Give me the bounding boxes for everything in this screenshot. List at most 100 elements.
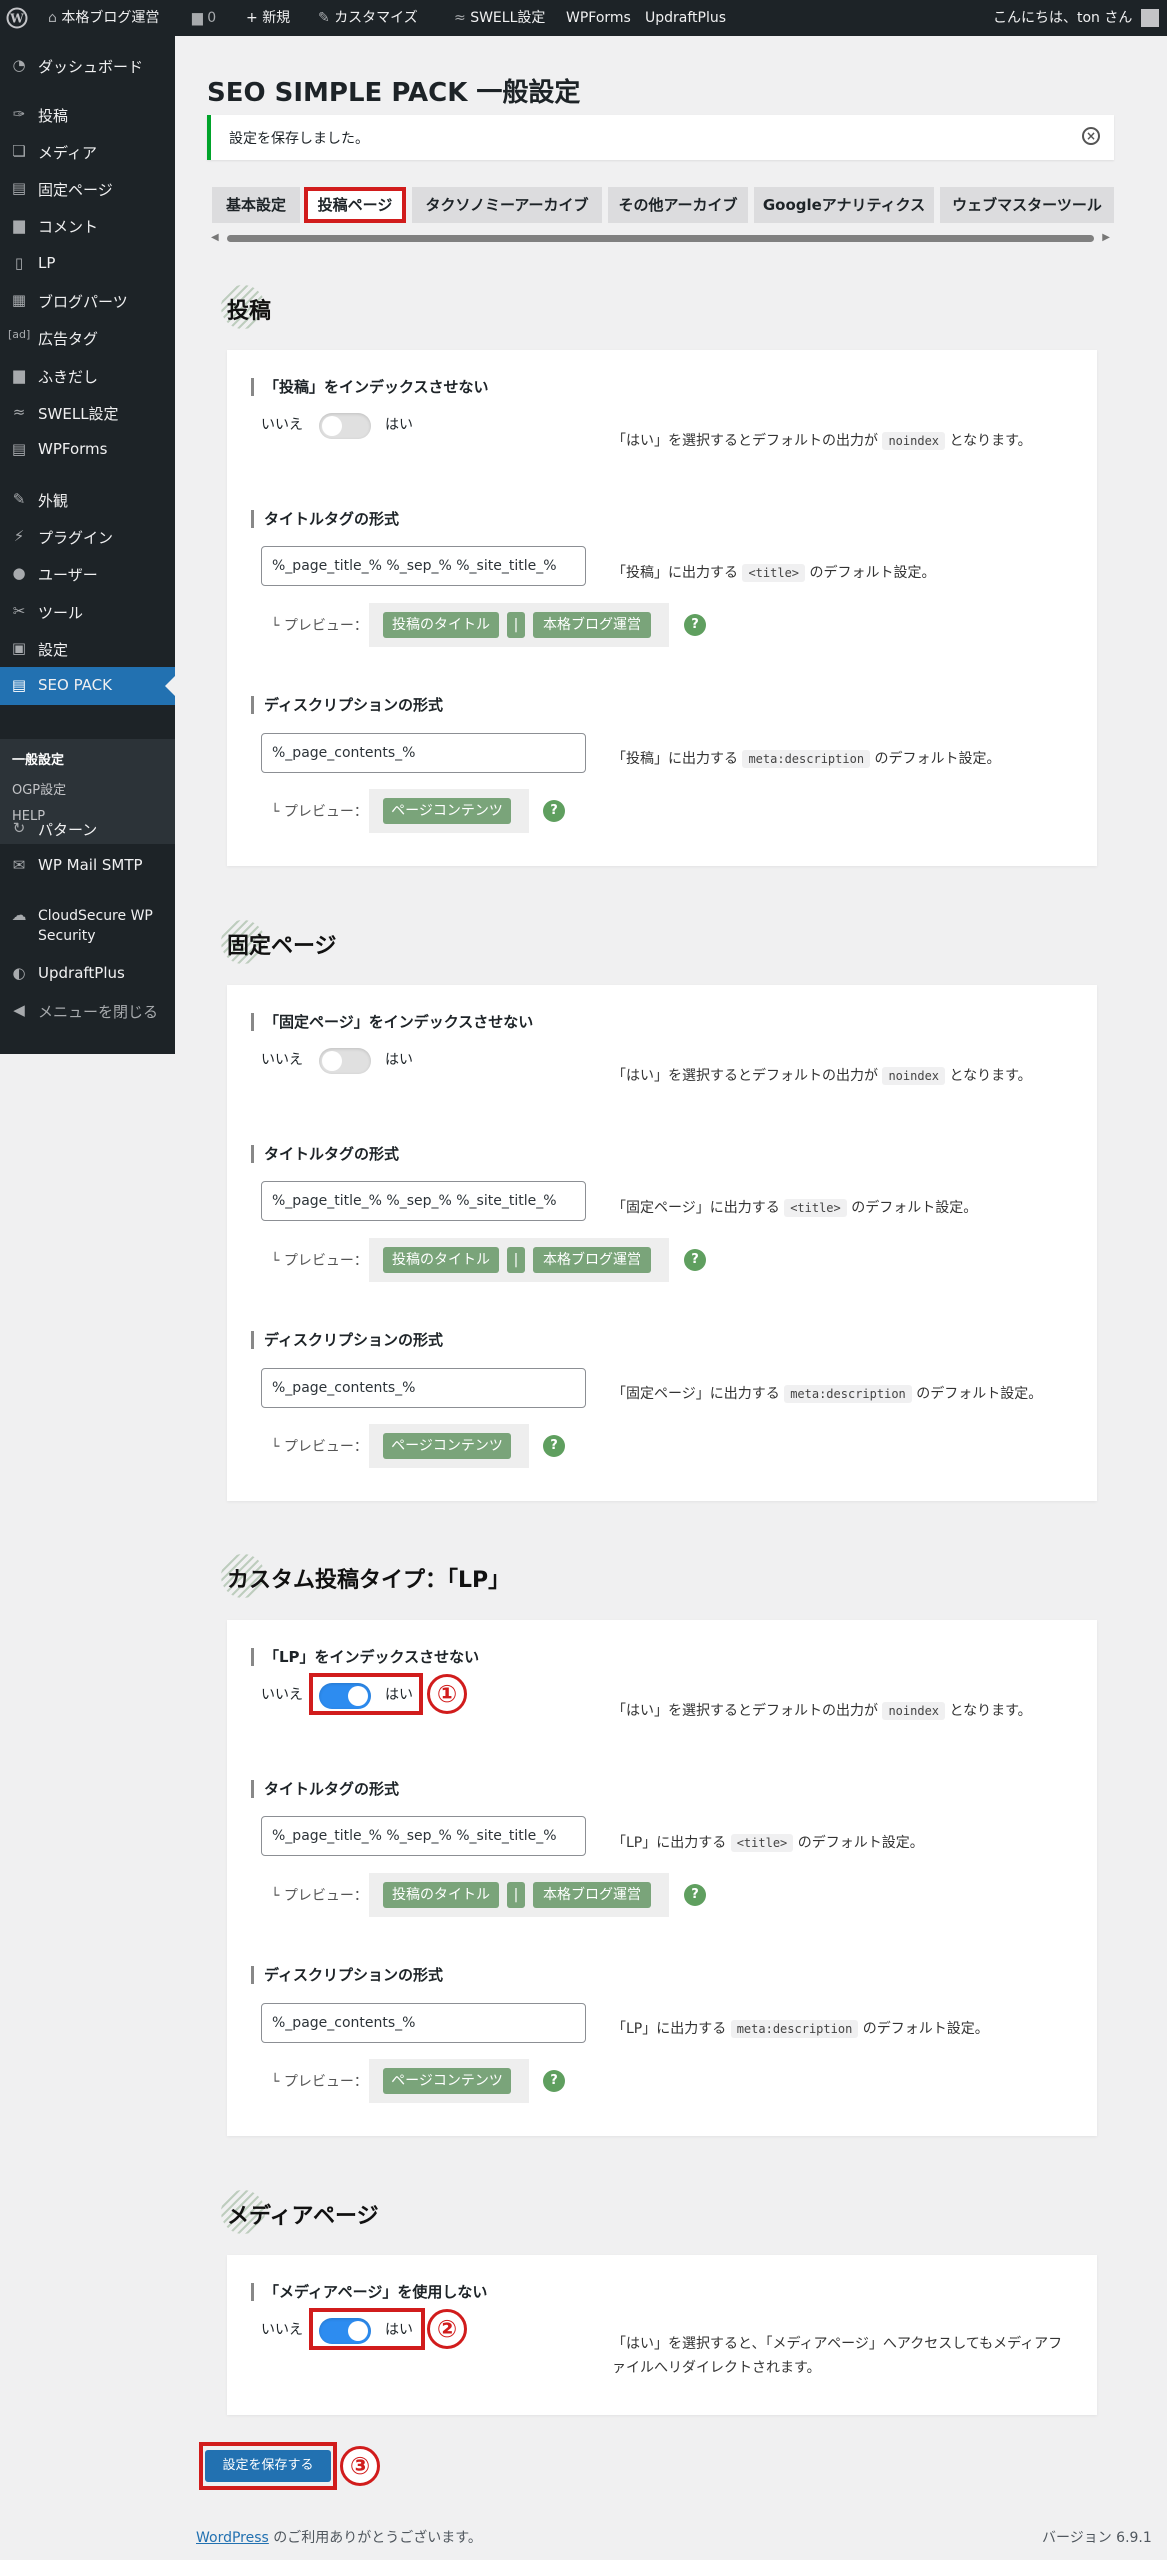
title-format-label: タイトルタグの形式: [251, 1145, 399, 1163]
tab-scrollbar[interactable]: ◀ ▶: [207, 230, 1114, 246]
help-icon[interactable]: ?: [543, 1435, 565, 1457]
noindex-toggle[interactable]: [319, 1048, 371, 1074]
blog-parts-icon: ▦: [11, 291, 27, 309]
help-icon[interactable]: ?: [543, 800, 565, 822]
media-disable-label: 「メディアページ」を使用しない: [251, 2283, 487, 2301]
noindex-label: 「固定ページ」をインデックスさせない: [251, 1013, 533, 1031]
chip-site-title: 本格ブログ運営: [533, 1882, 651, 1908]
swell-icon: ≈: [454, 10, 466, 26]
noindex-description: 「はい」を選択するとデフォルトの出力が noindex となります。: [612, 432, 1032, 450]
title-format-label: タイトルタグの形式: [251, 510, 399, 528]
scrollbar-thumb[interactable]: [227, 235, 1094, 242]
footer-thanks: WordPress のご利用ありがとうございます。: [196, 2530, 482, 2546]
title-preview-box: 投稿のタイトル | 本格ブログ運営: [369, 1873, 669, 1917]
seo-pack-icon: ▤: [11, 676, 27, 694]
desc-format-description: 「固定ページ」に出力する meta:description のデフォルト設定。: [612, 1385, 1043, 1403]
save-settings-button[interactable]: 設定を保存する: [205, 2450, 331, 2482]
plugin-icon: ⚡: [13, 527, 25, 545]
section-heading-post: 投稿: [220, 285, 271, 329]
scroll-left-icon[interactable]: ◀: [211, 232, 219, 243]
desc-format-description: 「投稿」に出力する meta:description のデフォルト設定。: [612, 750, 1001, 768]
balloon-icon: ▆: [13, 366, 25, 384]
preview-label: └ プレビュー：: [271, 618, 368, 634]
brush-icon: ✎: [318, 10, 330, 26]
desc-preview-box: ページコンテンツ: [369, 789, 529, 833]
comments-link[interactable]: ▆ 0: [192, 0, 216, 36]
tab-taxonomy-archive[interactable]: タクソノミーアーカイブ: [412, 187, 602, 223]
success-notice: 設定を保存しました。 ×: [207, 115, 1114, 160]
noindex-toggle[interactable]: [319, 413, 371, 439]
page-title: SEO SIMPLE PACK 一般設定: [207, 78, 581, 108]
current-menu-caret: [165, 676, 175, 696]
wordpress-link[interactable]: WordPress: [196, 2530, 269, 2546]
title-format-label: タイトルタグの形式: [251, 1780, 399, 1798]
avatar[interactable]: [1141, 0, 1159, 36]
swell-settings-link[interactable]: ≈ SWELL設定: [454, 0, 545, 36]
lp-icon: ▯: [14, 254, 24, 272]
chip-separator: |: [507, 612, 525, 638]
submenu-general[interactable]: 一般設定: [12, 749, 64, 768]
account-greeting[interactable]: こんにちは、ton さん: [993, 0, 1132, 36]
chip-site-title: 本格ブログ運営: [533, 1247, 651, 1273]
wpforms-link[interactable]: WPForms: [566, 0, 631, 36]
desc-format-input[interactable]: %_page_contents_%: [261, 733, 586, 773]
highlight-box: [309, 1673, 423, 1715]
new-content-link[interactable]: + 新規: [246, 0, 290, 36]
comment-bubble-icon: ▆: [192, 10, 203, 26]
help-icon[interactable]: ?: [684, 1884, 706, 1906]
chip-separator: |: [507, 1882, 525, 1908]
help-icon[interactable]: ?: [543, 2070, 565, 2092]
noindex-label: 「投稿」をインデックスさせない: [251, 378, 489, 396]
tab-google-analytics[interactable]: Googleアナリティクス: [754, 187, 934, 223]
desc-format-label: ディスクリプションの形式: [251, 1966, 443, 1984]
svg-text:W: W: [9, 12, 24, 26]
desc-format-label: ディスクリプションの形式: [251, 696, 443, 714]
settings-card-media: 「メディアページ」を使用しない いいえ はい ② 「はい」を選択すると、「メディ…: [227, 2255, 1097, 2415]
preview-label: └ プレビュー：: [271, 1439, 368, 1455]
tab-other-archive[interactable]: その他アーカイブ: [608, 187, 748, 223]
desc-format-input[interactable]: %_page_contents_%: [261, 2003, 586, 2043]
tab-basic[interactable]: 基本設定: [212, 187, 300, 223]
comment-icon: ▆: [13, 216, 25, 234]
menu-seo-pack[interactable]: ▤ SEO PACK: [0, 667, 175, 705]
pin-icon: ✑: [12, 105, 26, 123]
chip-page-contents: ページコンテンツ: [383, 1433, 511, 1459]
title-format-input[interactable]: %_page_title_% %_sep_% %_site_title_%: [261, 1181, 586, 1221]
help-icon[interactable]: ?: [684, 1249, 706, 1271]
step-badge-1: ①: [427, 1674, 467, 1714]
media-description-line2: ァイルへリダイレクトされます。: [612, 2360, 821, 2376]
chip-post-title: 投稿のタイトル: [383, 1882, 499, 1908]
noindex-description: 「はい」を選択するとデフォルトの出力が noindex となります。: [612, 1702, 1032, 1720]
submenu-ogp[interactable]: OGP設定: [12, 779, 66, 798]
desc-format-label: ディスクリプションの形式: [251, 1331, 443, 1349]
chip-page-contents: ページコンテンツ: [383, 798, 511, 824]
scroll-right-icon[interactable]: ▶: [1102, 232, 1110, 243]
notice-text: 設定を保存しました。: [229, 131, 369, 147]
title-preview-box: 投稿のタイトル | 本格ブログ運営: [369, 603, 669, 647]
tab-post-page[interactable]: 投稿ページ: [304, 187, 406, 223]
step-badge-3: ③: [340, 2446, 380, 2486]
title-format-input[interactable]: %_page_title_% %_sep_% %_site_title_%: [261, 1816, 586, 1856]
swell-icon: ≈: [12, 403, 26, 421]
home-icon: ⌂: [48, 10, 57, 26]
preview-label: └ プレビュー：: [271, 804, 368, 820]
collapse-icon: ◀: [13, 1001, 25, 1019]
tab-webmaster-tools[interactable]: ウェブマスターツール: [940, 187, 1114, 223]
desc-format-input[interactable]: %_page_contents_%: [261, 1368, 586, 1408]
pattern-icon: ↻: [12, 819, 26, 837]
chip-page-contents: ページコンテンツ: [383, 2068, 511, 2094]
media-description-line1: 「はい」を選択すると、「メディアページ」へアクセスしてもメディアフ: [612, 2336, 1063, 2352]
wpforms-icon: ▤: [11, 440, 27, 458]
wordpress-logo-icon[interactable]: W: [6, 0, 28, 36]
desc-preview-box: ページコンテンツ: [369, 1424, 529, 1468]
customize-link[interactable]: ✎ カスタマイズ: [318, 0, 418, 36]
title-format-input[interactable]: %_page_title_% %_sep_% %_site_title_%: [261, 546, 586, 586]
help-icon[interactable]: ?: [684, 614, 706, 636]
site-name-link[interactable]: ⌂ 本格ブログ運営: [48, 0, 159, 36]
preview-label: └ プレビュー：: [271, 1888, 368, 1904]
noindex-label: 「LP」をインデックスさせない: [251, 1648, 479, 1666]
chip-site-title: 本格ブログ運営: [533, 612, 651, 638]
updraftplus-link[interactable]: UpdraftPlus: [645, 0, 726, 36]
close-icon[interactable]: ×: [1082, 127, 1100, 145]
title-format-description: 「投稿」に出力する <title> のデフォルト設定。: [612, 564, 936, 582]
